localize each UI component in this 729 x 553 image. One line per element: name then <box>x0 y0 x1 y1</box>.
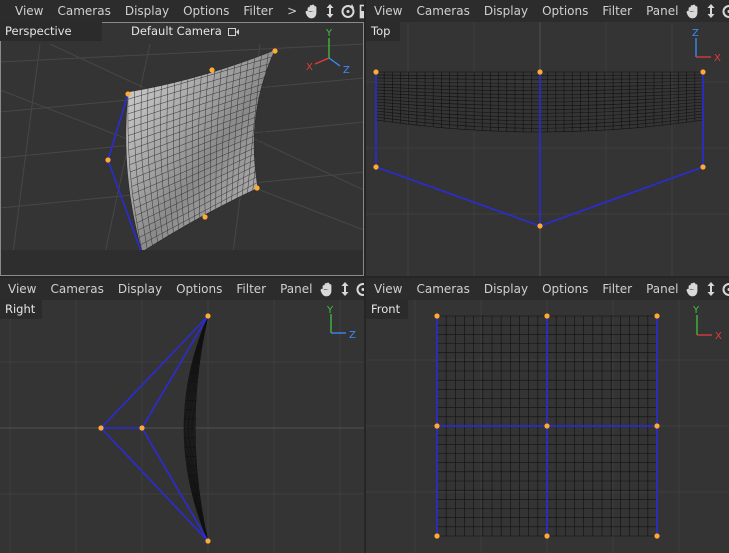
right-viewport[interactable]: Y Z View Cameras Display Options Filter … <box>0 278 364 553</box>
menu-view[interactable]: View <box>0 278 43 300</box>
axis-x-label: X <box>714 53 721 64</box>
menu-view[interactable]: View <box>8 0 50 22</box>
pan-hand-icon[interactable] <box>304 3 320 19</box>
pan-hand-icon[interactable] <box>685 281 701 297</box>
maximize-icon[interactable] <box>359 4 364 19</box>
menu-cameras[interactable]: Cameras <box>409 278 476 300</box>
axis-x-label: X <box>715 331 722 342</box>
rotate-icon[interactable] <box>355 281 364 297</box>
viewport-label-right: Right <box>0 300 42 319</box>
menu-options[interactable]: Options <box>535 278 595 300</box>
perspective-menubar: View Cameras Display Options Filter > <box>0 0 364 22</box>
axis-y-label: Y <box>325 28 333 39</box>
top-scene[interactable]: Z X <box>366 0 729 276</box>
camera-label[interactable]: Default Camera <box>131 22 240 41</box>
menu-panel[interactable]: Panel <box>639 278 685 300</box>
menu-cameras[interactable]: Cameras <box>409 0 476 22</box>
axis-gizmo: Y X <box>692 305 722 342</box>
viewport-label-top: Top <box>366 22 400 41</box>
axis-gizmo: Y X Z <box>306 28 350 76</box>
front-viewport[interactable]: Y X View Cameras Display Options Filter … <box>366 278 729 553</box>
menu-options[interactable]: Options <box>169 278 229 300</box>
move-arrows-icon[interactable] <box>323 3 337 19</box>
rotate-icon[interactable] <box>721 281 729 297</box>
menu-panel[interactable]: Panel <box>639 0 685 22</box>
axis-z-label: Z <box>692 28 699 39</box>
camera-name: Default Camera <box>131 24 222 38</box>
top-menubar: View Cameras Display Options Filter Pane… <box>366 0 729 22</box>
menu-filter[interactable]: Filter <box>236 0 280 22</box>
move-arrows-icon[interactable] <box>704 3 718 19</box>
right-menubar: View Cameras Display Options Filter Pane… <box>0 278 364 300</box>
viewport-label-perspective: Perspective <box>0 22 102 41</box>
front-scene[interactable]: Y X <box>366 278 729 553</box>
rotate-icon[interactable] <box>721 3 729 19</box>
menu-filter[interactable]: Filter <box>595 278 639 300</box>
right-scene[interactable]: Y Z <box>0 278 364 553</box>
pan-hand-icon[interactable] <box>319 281 335 297</box>
perspective-viewport[interactable]: Y X Z View Cameras Display Options Filte… <box>0 0 364 276</box>
axis-z-label: Z <box>349 330 356 341</box>
menu-view[interactable]: View <box>366 0 409 22</box>
viewport-label-front: Front <box>366 300 408 319</box>
menu-filter[interactable]: Filter <box>229 278 273 300</box>
menu-display[interactable]: Display <box>118 0 176 22</box>
menu-filter[interactable]: Filter <box>595 0 639 22</box>
menu-cameras[interactable]: Cameras <box>50 0 117 22</box>
axis-y-label: Y <box>326 305 334 316</box>
axis-gizmo: Z X <box>692 28 721 64</box>
menu-options[interactable]: Options <box>176 0 236 22</box>
menu-display[interactable]: Display <box>477 0 535 22</box>
rotate-icon[interactable] <box>340 3 356 19</box>
menu-options[interactable]: Options <box>535 0 595 22</box>
pan-hand-icon[interactable] <box>685 3 701 19</box>
move-arrows-icon[interactable] <box>704 281 718 297</box>
menu-panel[interactable]: Panel <box>273 278 319 300</box>
menu-view[interactable]: View <box>366 278 409 300</box>
axis-gizmo: Y Z <box>326 305 356 341</box>
menu-display[interactable]: Display <box>477 278 535 300</box>
camera-icon[interactable] <box>227 27 240 37</box>
menu-cameras[interactable]: Cameras <box>43 278 110 300</box>
axis-y-label: Y <box>692 305 700 316</box>
move-arrows-icon[interactable] <box>338 281 352 297</box>
axis-z-label: Z <box>343 65 350 76</box>
axis-x-label: X <box>306 62 313 73</box>
menu-more[interactable]: > <box>280 0 304 22</box>
top-viewport[interactable]: Z X View Cameras Display Options Filter … <box>366 0 729 276</box>
perspective-scene[interactable]: Y X Z <box>0 0 364 276</box>
front-menubar: View Cameras Display Options Filter Pane… <box>366 278 729 300</box>
menu-display[interactable]: Display <box>111 278 169 300</box>
